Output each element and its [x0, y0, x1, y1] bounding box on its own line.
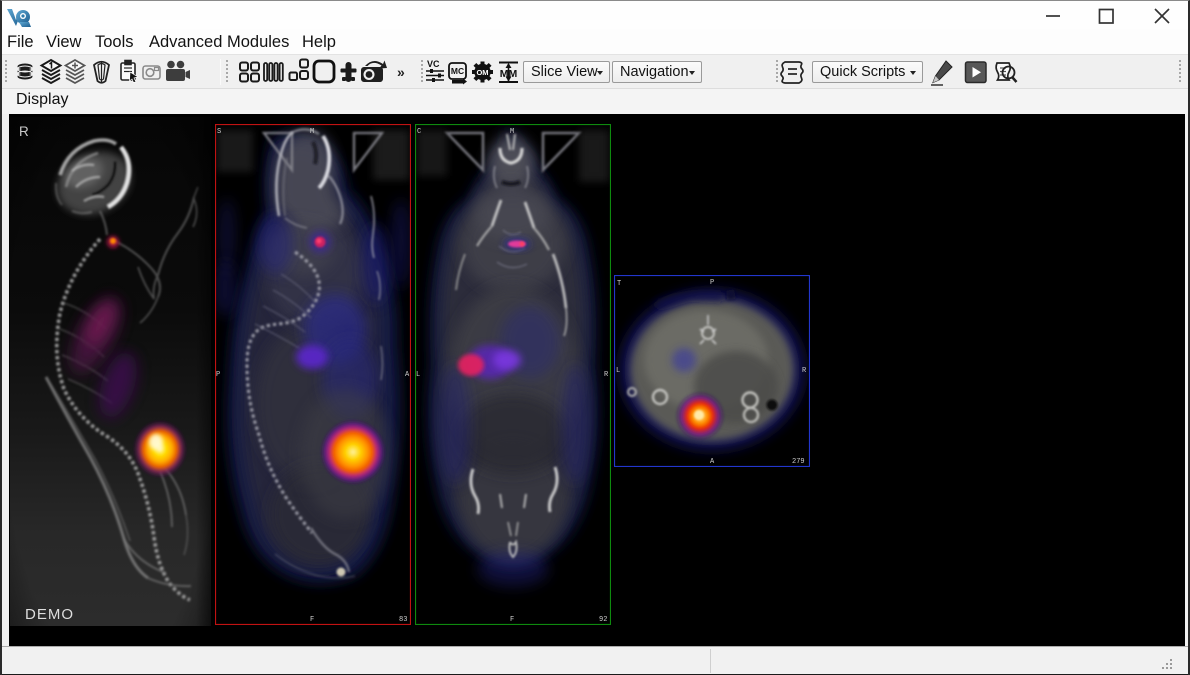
svg-text:92: 92 — [599, 616, 607, 624]
svg-text:L: L — [616, 367, 620, 375]
svg-text:T: T — [617, 280, 621, 288]
svg-text:279: 279 — [792, 458, 805, 466]
svg-text:OM: OM — [476, 68, 488, 77]
svg-text:P: P — [710, 279, 714, 287]
svg-text:R: R — [19, 124, 29, 139]
svg-text:C: C — [417, 128, 421, 136]
svg-text:S: S — [217, 128, 221, 136]
svg-text:L: L — [416, 371, 420, 379]
svg-text:F: F — [510, 616, 514, 624]
svg-text:M: M — [310, 128, 314, 136]
svg-text:VC: VC — [427, 59, 440, 69]
svg-text:»: » — [397, 64, 405, 80]
svg-text:MC: MC — [451, 66, 464, 76]
svg-text:F: F — [310, 616, 314, 624]
svg-text:M: M — [510, 128, 514, 136]
svg-text:P: P — [216, 371, 220, 379]
svg-text:DEMO: DEMO — [25, 606, 74, 623]
svg-text:83: 83 — [399, 616, 407, 624]
